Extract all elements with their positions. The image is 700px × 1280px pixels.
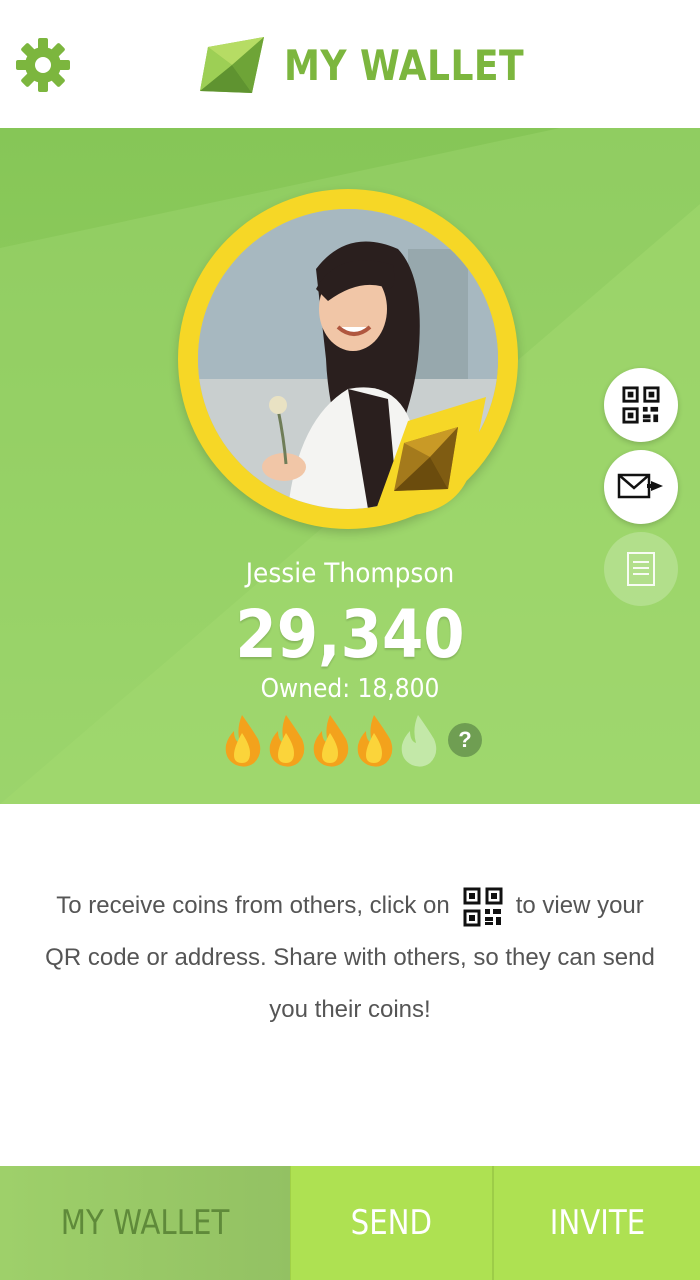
wallet-gem-icon [200, 37, 264, 93]
wallet-hero: Jessie Thompson 29,340 Owned: 18,800 ? [0, 128, 700, 804]
tab-send[interactable]: SEND [290, 1166, 492, 1280]
receive-coins-info: To receive coins from others, click on t… [40, 880, 660, 1036]
user-name: Jessie Thompson [245, 558, 455, 589]
coin-balance: 29,340 [235, 596, 465, 673]
tab-my-wallet[interactable]: MY WALLET [0, 1166, 290, 1280]
tab-label: INVITE [549, 1203, 645, 1243]
brand: MY WALLET [198, 34, 563, 96]
flame-icon [357, 715, 393, 767]
page-title: MY WALLET [284, 40, 525, 90]
history-button[interactable] [604, 532, 678, 606]
help-icon[interactable]: ? [448, 723, 482, 757]
info-text-start: To receive coins from others, click on [56, 892, 450, 919]
app-header: MY WALLET [0, 0, 700, 128]
tab-label: SEND [350, 1203, 433, 1243]
flame-icon [269, 715, 305, 767]
flame-icon [225, 715, 261, 767]
qr-code-icon [463, 887, 503, 927]
tab-invite[interactable]: INVITE [492, 1166, 700, 1280]
document-icon [627, 552, 655, 586]
gear-icon[interactable] [14, 36, 72, 94]
tab-label: MY WALLET [60, 1203, 230, 1243]
qr-code-icon [622, 386, 660, 424]
bottom-tab-bar: MY WALLET SEND INVITE [0, 1166, 700, 1280]
flame-empty-icon [401, 715, 437, 767]
avatar-ring [178, 189, 518, 529]
qr-code-button[interactable] [604, 368, 678, 442]
gem-badge-icon [374, 397, 486, 515]
owned-amount: Owned: 18,800 [260, 674, 440, 704]
flame-icon [313, 715, 349, 767]
send-mail-button[interactable] [604, 450, 678, 524]
streak-rating: ? [222, 712, 482, 768]
send-mail-icon [617, 473, 663, 499]
